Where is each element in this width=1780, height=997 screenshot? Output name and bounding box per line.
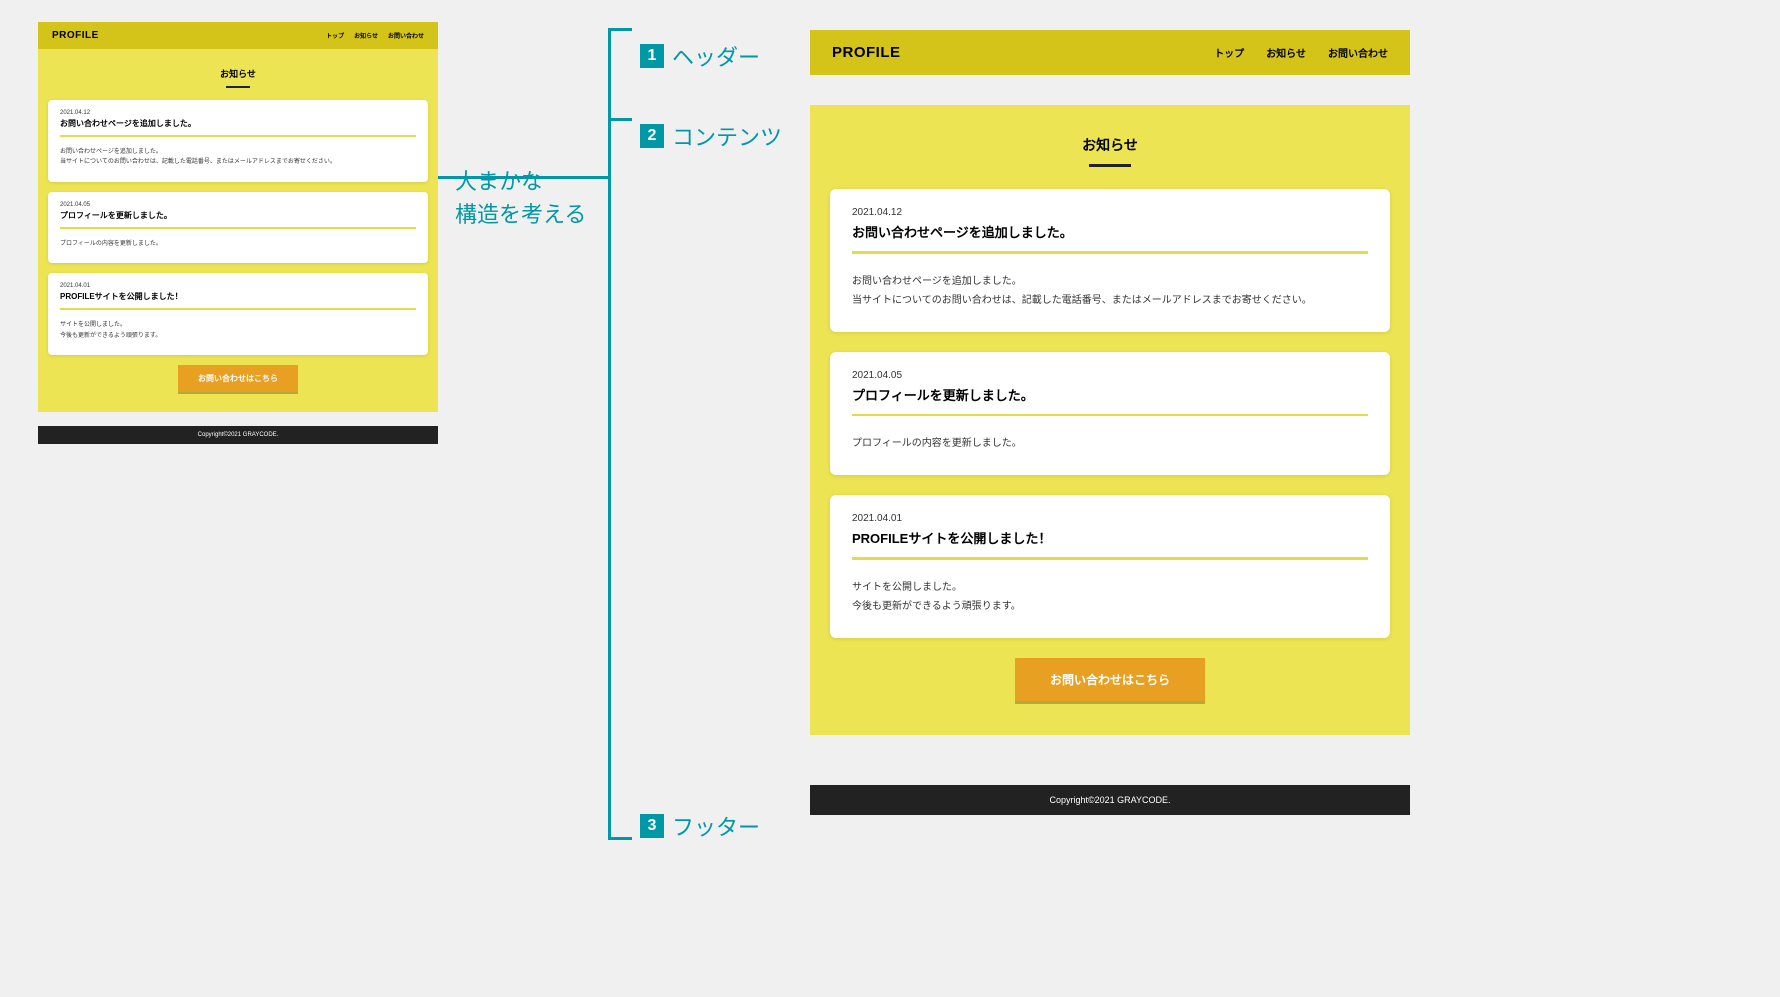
card-title: プロフィールを更新しました。 bbox=[852, 385, 1368, 404]
annotation-content: 2 コンテンツ bbox=[640, 120, 782, 152]
card-title: お問い合わせページを追加しました。 bbox=[60, 118, 416, 129]
nav-contact[interactable]: お問い合わせ bbox=[388, 31, 424, 40]
card-date: 2021.04.01 bbox=[852, 513, 1368, 524]
card-divider bbox=[60, 227, 416, 229]
card-date: 2021.04.12 bbox=[60, 110, 416, 116]
annotation-footer: 3 フッター bbox=[640, 810, 760, 842]
header: PROFILE トップ お知らせ お問い合わせ bbox=[38, 22, 438, 49]
card-text: お問い合わせページを追加しました。 当サイトについてのお問い合わせは、記載した電… bbox=[60, 147, 416, 169]
annotation-label: フッター bbox=[672, 810, 760, 842]
card-text: プロフィールの内容を更新しました。 bbox=[852, 434, 1368, 453]
connector-line bbox=[608, 118, 632, 121]
preview-large: PROFILE トップ お知らせ お問い合わせ お知らせ 2021.04.12 … bbox=[810, 30, 1410, 815]
connector-line bbox=[608, 28, 611, 840]
news-card: 2021.04.05 プロフィールを更新しました。 プロフィールの内容を更新しま… bbox=[48, 192, 428, 263]
connector-line bbox=[608, 28, 632, 31]
title-underline bbox=[1089, 164, 1131, 167]
annotation-header: 1 ヘッダー bbox=[640, 40, 760, 72]
nav: トップ お知らせ お問い合わせ bbox=[326, 31, 424, 40]
gap bbox=[810, 75, 1410, 105]
card-date: 2021.04.05 bbox=[60, 202, 416, 208]
site-logo[interactable]: PROFILE bbox=[832, 44, 901, 61]
spacer bbox=[38, 412, 438, 426]
card-text: サイトを公開しました。 今後も更新ができるよう頑張ります。 bbox=[60, 320, 416, 342]
connector-line bbox=[608, 837, 632, 840]
footer: Copyright©2021 GRAYCODE. bbox=[810, 785, 1410, 815]
annotation-label: ヘッダー bbox=[672, 40, 760, 72]
contact-button[interactable]: お問い合わせはこちら bbox=[178, 365, 298, 392]
card-divider bbox=[60, 308, 416, 310]
site-logo[interactable]: PROFILE bbox=[52, 30, 99, 41]
annotation-main: 大まかな 構造を考える bbox=[455, 165, 586, 231]
gap bbox=[810, 735, 1410, 785]
footer: Copyright©2021 GRAYCODE. bbox=[38, 426, 438, 444]
card-date: 2021.04.01 bbox=[60, 283, 416, 289]
news-card: 2021.04.12 お問い合わせページを追加しました。 お問い合わせページを追… bbox=[830, 189, 1390, 332]
content-body: お知らせ 2021.04.12 お問い合わせページを追加しました。 お問い合わせ… bbox=[810, 105, 1410, 735]
section-title: お知らせ bbox=[48, 63, 428, 84]
annotation-text: 構造を考える bbox=[455, 202, 586, 227]
nav: トップ お知らせ お問い合わせ bbox=[1214, 45, 1388, 60]
card-divider bbox=[852, 557, 1368, 560]
card-text: お問い合わせページを追加しました。 当サイトについてのお問い合わせは、記載した電… bbox=[852, 272, 1368, 310]
card-title: PROFILEサイトを公開しました！ bbox=[852, 528, 1368, 547]
content-body: お知らせ 2021.04.12 お問い合わせページを追加しました。 お問い合わせ… bbox=[38, 49, 438, 412]
annotation-text: 大まかな bbox=[455, 169, 543, 194]
card-title: プロフィールを更新しました。 bbox=[60, 210, 416, 221]
nav-top[interactable]: トップ bbox=[1214, 45, 1244, 60]
nav-top[interactable]: トップ bbox=[326, 31, 344, 40]
card-text: プロフィールの内容を更新しました。 bbox=[60, 239, 416, 250]
news-card: 2021.04.12 お問い合わせページを追加しました。 お問い合わせページを追… bbox=[48, 100, 428, 182]
card-date: 2021.04.05 bbox=[852, 370, 1368, 381]
nav-news[interactable]: お知らせ bbox=[1266, 45, 1306, 60]
card-title: お問い合わせページを追加しました。 bbox=[852, 222, 1368, 241]
header: PROFILE トップ お知らせ お問い合わせ bbox=[810, 30, 1410, 75]
news-card: 2021.04.01 PROFILEサイトを公開しました！ サイトを公開しました… bbox=[48, 273, 428, 355]
section-title: お知らせ bbox=[830, 129, 1390, 161]
card-divider bbox=[852, 251, 1368, 254]
card-date: 2021.04.12 bbox=[852, 207, 1368, 218]
badge-1: 1 bbox=[640, 44, 664, 68]
card-title: PROFILEサイトを公開しました！ bbox=[60, 291, 416, 302]
card-divider bbox=[852, 414, 1368, 417]
badge-3: 3 bbox=[640, 814, 664, 838]
badge-2: 2 bbox=[640, 124, 664, 148]
nav-contact[interactable]: お問い合わせ bbox=[1328, 45, 1388, 60]
news-card: 2021.04.05 プロフィールを更新しました。 プロフィールの内容を更新しま… bbox=[830, 352, 1390, 476]
title-underline bbox=[226, 86, 250, 88]
news-card: 2021.04.01 PROFILEサイトを公開しました！ サイトを公開しました… bbox=[830, 495, 1390, 638]
annotation-label: コンテンツ bbox=[672, 120, 782, 152]
nav-news[interactable]: お知らせ bbox=[354, 31, 378, 40]
card-text: サイトを公開しました。 今後も更新ができるよう頑張ります。 bbox=[852, 578, 1368, 616]
card-divider bbox=[60, 135, 416, 137]
contact-button[interactable]: お問い合わせはこちら bbox=[1015, 658, 1205, 701]
preview-small: PROFILE トップ お知らせ お問い合わせ お知らせ 2021.04.12 … bbox=[38, 22, 438, 444]
